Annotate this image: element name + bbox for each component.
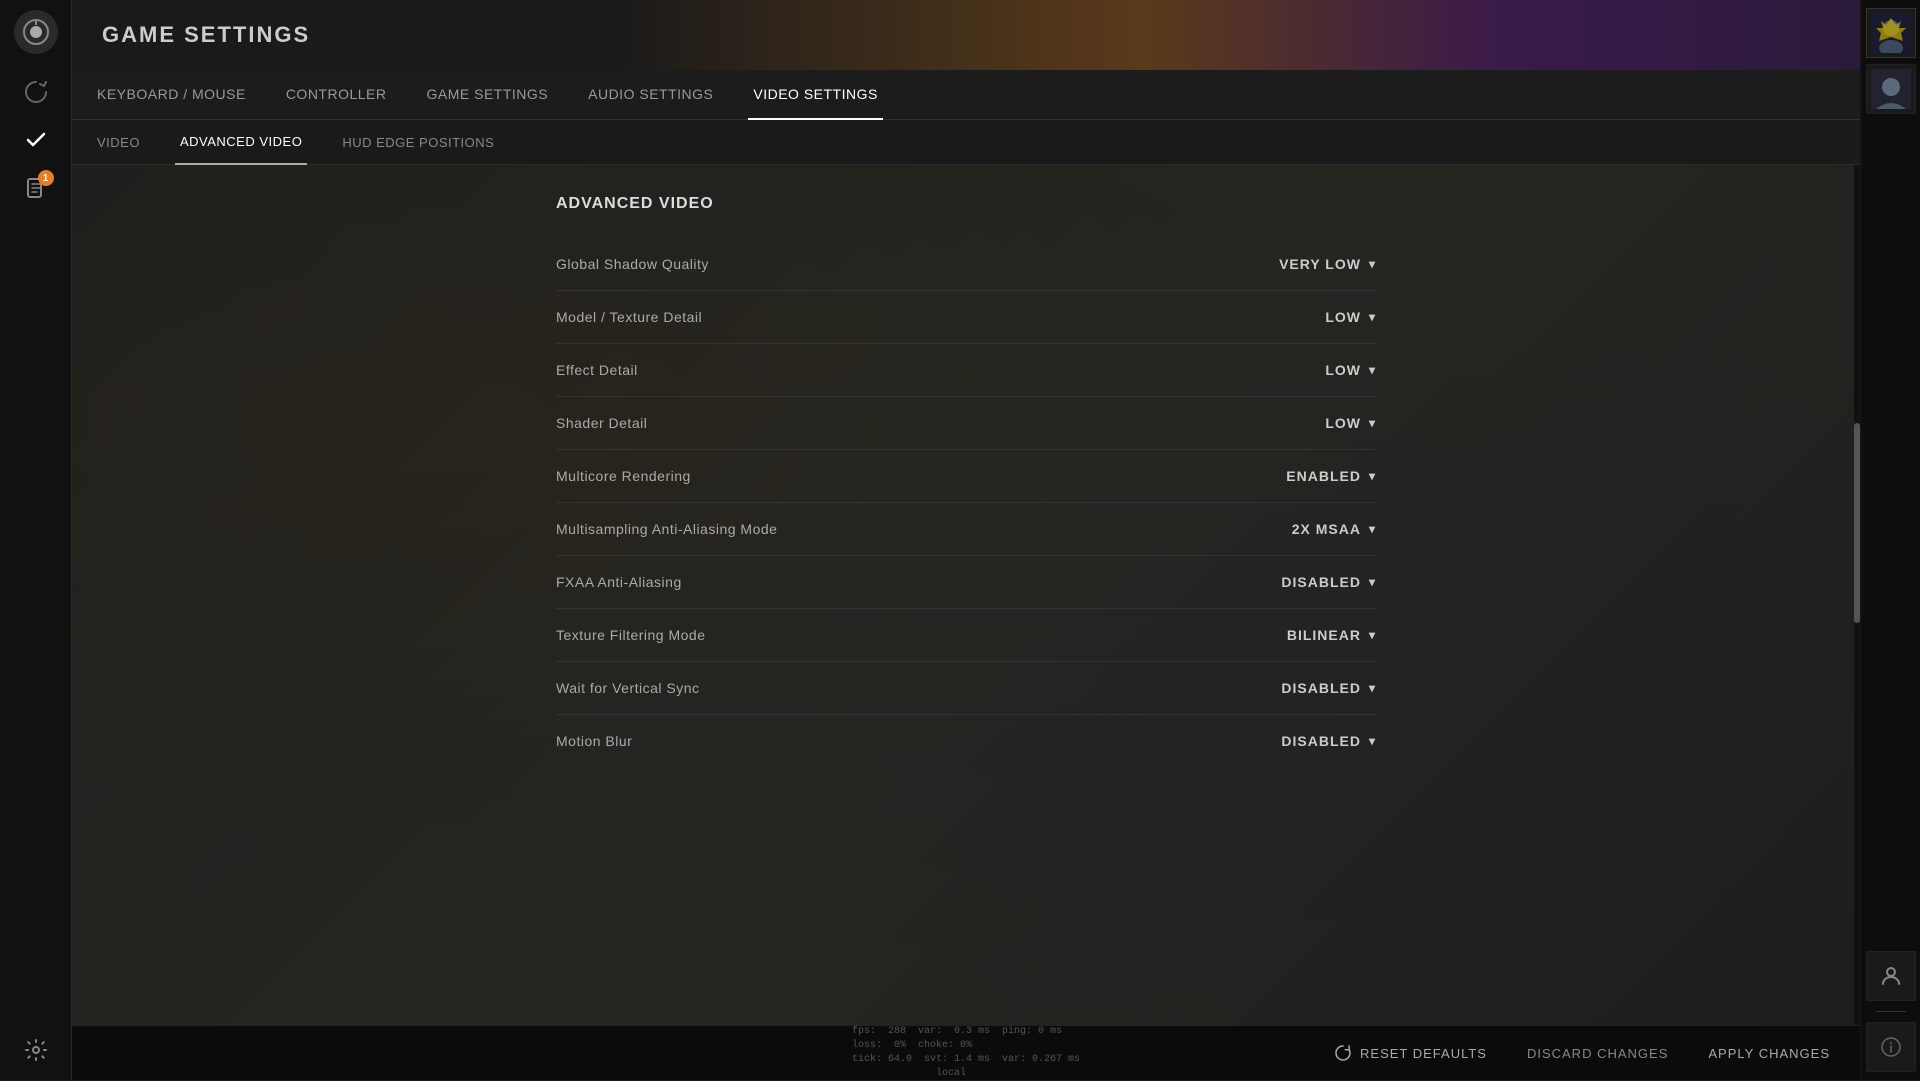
vsync-value: DISABLED	[1281, 680, 1361, 696]
chevron-icon-vsync: ▾	[1369, 681, 1376, 695]
setting-row-global-shadow: Global Shadow Quality VERY LOW ▾	[556, 238, 1376, 291]
setting-row-texture-filtering: Texture Filtering Mode BILINEAR ▾	[556, 609, 1376, 662]
setting-label-texture-detail: Model / Texture Detail	[556, 309, 702, 325]
setting-value-texture-filtering[interactable]: BILINEAR ▾	[1236, 627, 1376, 643]
nav-tabs: Keyboard / Mouse Controller Game setting…	[72, 70, 1860, 120]
content-area: Advanced Video Global Shadow Quality VER…	[72, 165, 1860, 1025]
discard-changes-label: DISCARD CHANGES	[1527, 1046, 1668, 1061]
debug-info: fps: 288 var: 0.3 ms ping: 0 ms loss: 0%…	[852, 1025, 1080, 1081]
discard-changes-button[interactable]: DISCARD CHANGES	[1527, 1046, 1668, 1061]
chevron-icon-multicore: ▾	[1369, 469, 1376, 483]
setting-label-effect-detail: Effect Detail	[556, 362, 638, 378]
player-avatar-top[interactable]	[1866, 8, 1916, 58]
right-sidebar-bottom	[1866, 951, 1916, 1072]
texture-detail-value: LOW	[1325, 309, 1361, 325]
tab-game-settings[interactable]: Game settings	[422, 70, 554, 120]
documents-badge: 1	[38, 170, 54, 186]
setting-row-shader-detail: Shader Detail LOW ▾	[556, 397, 1376, 450]
sub-tabs: Video Advanced Video HUD Edge Positions	[72, 120, 1860, 165]
scrollbar-thumb[interactable]	[1854, 423, 1860, 623]
setting-value-multicore[interactable]: ENABLED ▾	[1236, 468, 1376, 484]
setting-label-msaa: Multisampling Anti-Aliasing Mode	[556, 521, 777, 537]
setting-value-shader-detail[interactable]: LOW ▾	[1236, 415, 1376, 431]
app-logo[interactable]	[14, 10, 58, 54]
global-shadow-value: VERY LOW	[1279, 256, 1361, 272]
subtab-video[interactable]: Video	[92, 120, 145, 165]
chevron-icon-msaa: ▾	[1369, 522, 1376, 536]
setting-value-motion-blur[interactable]: DISABLED ▾	[1236, 733, 1376, 749]
tab-video-settings[interactable]: Video Settings	[748, 70, 882, 120]
setting-label-motion-blur: Motion Blur	[556, 733, 632, 749]
chevron-icon-texture-filtering: ▾	[1369, 628, 1376, 642]
setting-value-texture-detail[interactable]: LOW ▾	[1236, 309, 1376, 325]
reset-defaults-button[interactable]: RESET DEFAULTS	[1334, 1044, 1487, 1062]
sidebar-settings-icon[interactable]	[16, 1030, 56, 1070]
right-sidebar	[1860, 0, 1920, 1080]
chevron-icon-motion-blur: ▾	[1369, 734, 1376, 748]
subtab-advanced-video[interactable]: Advanced Video	[175, 120, 307, 165]
setting-label-multicore: Multicore Rendering	[556, 468, 691, 484]
reset-icon	[1334, 1044, 1352, 1062]
chevron-icon-texture-detail: ▾	[1369, 310, 1376, 324]
page-title: GAME SETTINGS	[72, 22, 310, 48]
setting-value-fxaa[interactable]: DISABLED ▾	[1236, 574, 1376, 590]
apply-changes-label: APPLY CHANGES	[1708, 1046, 1830, 1061]
user-profile-icon[interactable]	[1866, 951, 1916, 1001]
setting-value-global-shadow[interactable]: VERY LOW ▾	[1236, 256, 1376, 272]
msaa-value: 2X MSAA	[1292, 521, 1361, 537]
setting-row-effect-detail: Effect Detail LOW ▾	[556, 344, 1376, 397]
sidebar-sync-icon[interactable]	[16, 72, 56, 112]
chevron-icon-shader-detail: ▾	[1369, 416, 1376, 430]
shader-detail-value: LOW	[1325, 415, 1361, 431]
setting-row-texture-detail: Model / Texture Detail LOW ▾	[556, 291, 1376, 344]
player-avatar-second[interactable]	[1866, 64, 1916, 114]
setting-value-msaa[interactable]: 2X MSAA ▾	[1236, 521, 1376, 537]
reset-defaults-label: RESET DEFAULTS	[1360, 1046, 1487, 1061]
setting-row-vsync: Wait for Vertical Sync DISABLED ▾	[556, 662, 1376, 715]
tab-audio-settings[interactable]: Audio Settings	[583, 70, 718, 120]
sidebar-documents-icon[interactable]: 1	[16, 168, 56, 208]
setting-label-texture-filtering: Texture Filtering Mode	[556, 627, 706, 643]
tab-keyboard-mouse[interactable]: Keyboard / Mouse	[92, 70, 251, 120]
effect-detail-value: LOW	[1325, 362, 1361, 378]
chevron-icon-effect-detail: ▾	[1369, 363, 1376, 377]
settings-panel: Advanced Video Global Shadow Quality VER…	[516, 195, 1416, 767]
chevron-icon-global-shadow: ▾	[1369, 257, 1376, 271]
main-content: GAME SETTINGS Keyboard / Mouse Controlle…	[72, 0, 1860, 1080]
setting-label-fxaa: FXAA Anti-Aliasing	[556, 574, 682, 590]
setting-label-vsync: Wait for Vertical Sync	[556, 680, 700, 696]
setting-value-vsync[interactable]: DISABLED ▾	[1236, 680, 1376, 696]
texture-filtering-value: BILINEAR	[1287, 627, 1361, 643]
fxaa-value: DISABLED	[1281, 574, 1361, 590]
motion-blur-value: DISABLED	[1281, 733, 1361, 749]
setting-label-shader-detail: Shader Detail	[556, 415, 647, 431]
footer-area: fps: 288 var: 0.3 ms ping: 0 ms loss: 0%…	[72, 1025, 1860, 1080]
section-title: Advanced Video	[556, 195, 1376, 213]
sidebar-divider	[1876, 1011, 1906, 1012]
multicore-value: ENABLED	[1286, 468, 1361, 484]
subtab-hud-edge[interactable]: HUD Edge Positions	[337, 120, 499, 165]
tab-controller[interactable]: Controller	[281, 70, 392, 120]
scrollbar-track[interactable]	[1854, 165, 1860, 1025]
setting-row-fxaa: FXAA Anti-Aliasing DISABLED ▾	[556, 556, 1376, 609]
info-icon[interactable]	[1866, 1022, 1916, 1072]
setting-row-motion-blur: Motion Blur DISABLED ▾	[556, 715, 1376, 767]
sidebar-check-icon[interactable]	[16, 120, 56, 160]
left-sidebar: 1	[0, 0, 72, 1080]
apply-changes-button[interactable]: APPLY CHANGES	[1708, 1046, 1830, 1061]
setting-value-effect-detail[interactable]: LOW ▾	[1236, 362, 1376, 378]
setting-row-msaa: Multisampling Anti-Aliasing Mode 2X MSAA…	[556, 503, 1376, 556]
setting-row-multicore-rendering: Multicore Rendering ENABLED ▾	[556, 450, 1376, 503]
chevron-icon-fxaa: ▾	[1369, 575, 1376, 589]
header-area: GAME SETTINGS	[72, 0, 1860, 70]
setting-label-global-shadow: Global Shadow Quality	[556, 256, 709, 272]
